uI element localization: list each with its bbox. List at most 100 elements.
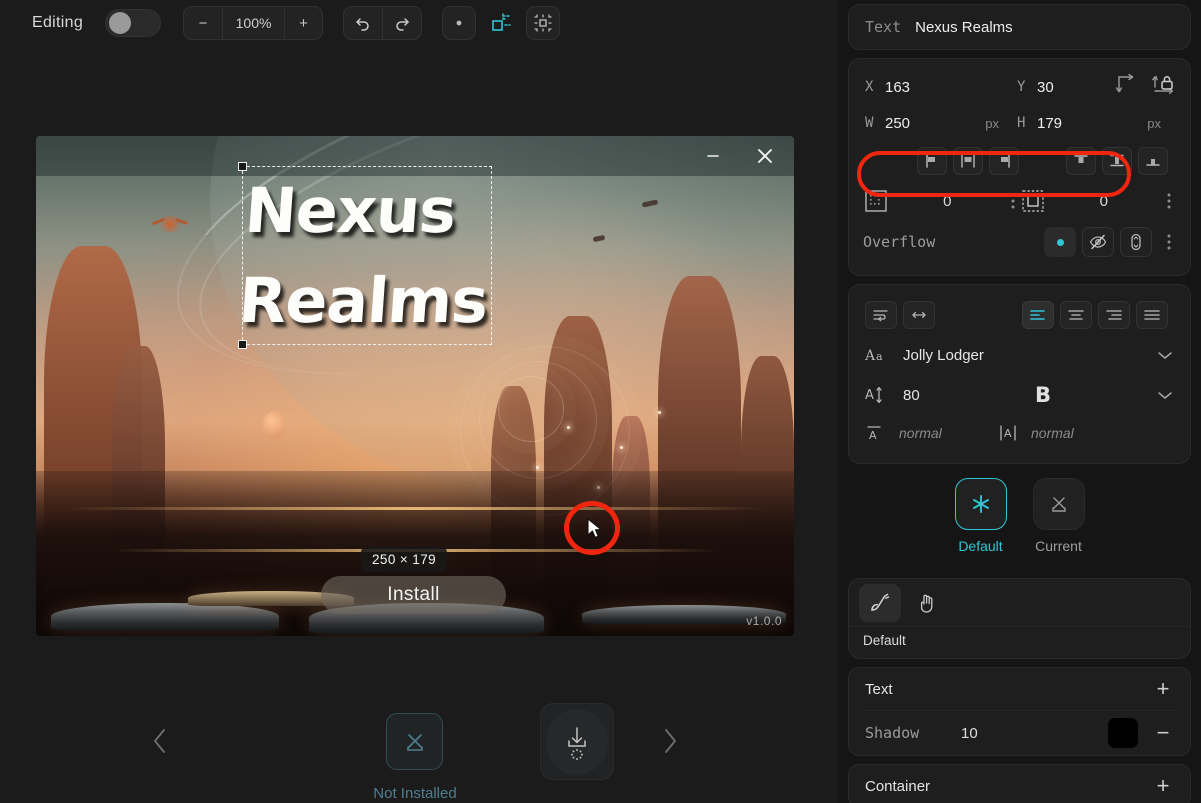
overflow-visible-button[interactable] bbox=[1044, 227, 1076, 257]
canvas-area[interactable]: Nexus Realms 250 × 179 Install v1.0.0 No… bbox=[0, 46, 838, 803]
text-align-right-button[interactable] bbox=[1098, 301, 1130, 329]
align-bottom-icon bbox=[1146, 159, 1160, 166]
font-size-row[interactable]: A 80 B bbox=[849, 375, 1190, 415]
element-identity-card[interactable]: Text Nexus Realms bbox=[848, 4, 1191, 50]
margin-field[interactable]: 0 bbox=[1020, 188, 1177, 214]
align-right-button[interactable] bbox=[989, 147, 1020, 175]
splash-title-text[interactable]: Nexus Realms bbox=[236, 166, 499, 345]
text-align-center-button[interactable] bbox=[1060, 301, 1092, 329]
x-field[interactable]: X 163 bbox=[865, 79, 1017, 96]
align-top-icon bbox=[1074, 155, 1088, 163]
box-snap-button[interactable] bbox=[484, 6, 518, 40]
padding-value[interactable]: 0 bbox=[889, 193, 1006, 210]
text-align-justify-button[interactable] bbox=[1136, 301, 1168, 329]
svg-text:A: A bbox=[865, 388, 874, 403]
rotate-icon[interactable] bbox=[1114, 73, 1138, 97]
hand-pointer-tool-button[interactable] bbox=[905, 584, 947, 622]
h-value[interactable]: 179 bbox=[1037, 115, 1062, 132]
font-weight-value[interactable]: B bbox=[1035, 383, 1051, 407]
text-stretch-button[interactable] bbox=[903, 301, 935, 329]
height-field[interactable]: H 179 px bbox=[1017, 115, 1169, 132]
close-button[interactable] bbox=[742, 136, 788, 176]
minimize-button[interactable] bbox=[690, 136, 736, 176]
state-default-tile[interactable] bbox=[954, 478, 1007, 530]
geometry-card: X 163 Y 30 W 250 px H 179 px 0 0 Overflo… bbox=[848, 58, 1191, 276]
download-button[interactable] bbox=[540, 703, 614, 780]
overflow-scroll-button[interactable] bbox=[1120, 227, 1152, 257]
line-height-icon: A bbox=[867, 426, 881, 442]
text-alignment-group bbox=[1022, 301, 1174, 329]
align-center-h-button[interactable] bbox=[953, 147, 984, 175]
w-value[interactable]: 250 bbox=[885, 115, 910, 132]
element-type-label: Text bbox=[865, 18, 902, 36]
text-align-right-icon bbox=[1106, 310, 1122, 320]
state-current[interactable]: Current bbox=[1032, 478, 1085, 554]
overflow-row: Overflow bbox=[849, 221, 1190, 263]
install-status-tile[interactable] bbox=[386, 713, 443, 770]
font-family-value[interactable]: Jolly Lodger bbox=[903, 347, 1142, 364]
align-top-button[interactable] bbox=[1066, 147, 1097, 175]
visible-dot-icon bbox=[1056, 238, 1064, 246]
overflow-label: Overflow bbox=[863, 233, 936, 251]
padding-icon bbox=[865, 190, 887, 212]
element-name-value[interactable]: Nexus Realms bbox=[915, 19, 1013, 36]
top-toolbar: Editing − 100% + bbox=[0, 0, 838, 46]
add-text-style-button[interactable]: + bbox=[1152, 678, 1174, 700]
shadow-color-swatch[interactable] bbox=[1108, 718, 1138, 748]
zoom-level-value[interactable]: 100% bbox=[222, 7, 284, 39]
install-button[interactable]: Install bbox=[321, 576, 506, 614]
redo-button[interactable] bbox=[382, 7, 421, 39]
editing-toggle[interactable] bbox=[105, 9, 162, 37]
align-left-button[interactable] bbox=[917, 147, 948, 175]
shadow-row[interactable]: Shadow 10 − bbox=[849, 711, 1190, 755]
align-bottom-button[interactable] bbox=[1138, 147, 1169, 175]
kebab-menu-icon bbox=[1167, 193, 1171, 209]
y-value[interactable]: 30 bbox=[1037, 79, 1054, 96]
geometry-icon-group bbox=[1114, 73, 1178, 99]
undo-button[interactable] bbox=[344, 7, 382, 39]
line-height-field[interactable]: A normal bbox=[865, 422, 983, 444]
line-height-value[interactable]: normal bbox=[899, 425, 942, 441]
x-value[interactable]: 163 bbox=[885, 79, 910, 96]
chevron-down-icon[interactable] bbox=[1156, 348, 1174, 362]
next-item-button[interactable] bbox=[650, 721, 690, 761]
font-family-row[interactable]: A a Jolly Lodger bbox=[849, 335, 1190, 375]
state-default[interactable]: Default bbox=[954, 478, 1007, 554]
text-wrap-button[interactable] bbox=[865, 301, 897, 329]
remove-shadow-button[interactable]: − bbox=[1152, 722, 1174, 744]
letter-spacing-value[interactable]: normal bbox=[1031, 425, 1074, 441]
align-center-h-icon bbox=[961, 154, 975, 168]
lock-aspect-icon[interactable] bbox=[1152, 73, 1178, 99]
state-current-tile[interactable] bbox=[1032, 478, 1085, 530]
point-snap-icon bbox=[456, 20, 462, 26]
spark-decor bbox=[657, 411, 661, 414]
margin-menu-button[interactable] bbox=[1162, 192, 1176, 210]
align-middle-v-button[interactable] bbox=[1102, 147, 1133, 175]
overflow-menu-button[interactable] bbox=[1162, 233, 1176, 251]
letter-spacing-field[interactable]: A normal bbox=[997, 422, 1115, 444]
margin-value[interactable]: 0 bbox=[1046, 193, 1163, 210]
chevron-down-icon[interactable] bbox=[1156, 388, 1174, 402]
grid-snap-button[interactable] bbox=[526, 6, 561, 40]
width-field[interactable]: W 250 px bbox=[865, 115, 1017, 132]
add-container-style-button[interactable]: + bbox=[1152, 775, 1174, 797]
font-size-value[interactable]: 80 bbox=[903, 387, 1021, 404]
zoom-in-button[interactable]: + bbox=[284, 7, 322, 39]
app-preview-window[interactable]: Nexus Realms 250 × 179 Install v1.0.0 bbox=[36, 136, 794, 636]
app-root: Editing − 100% + Nexus Realms 250 × 179 … bbox=[0, 0, 1201, 803]
spark-decor bbox=[566, 426, 570, 429]
zoom-out-button[interactable]: − bbox=[184, 7, 222, 39]
text-align-left-button[interactable] bbox=[1022, 301, 1054, 329]
container-style-section: Container + bbox=[848, 764, 1191, 803]
padding-field[interactable]: 0 bbox=[863, 188, 1020, 214]
container-style-header[interactable]: Container + bbox=[849, 765, 1190, 803]
padding-menu-button[interactable] bbox=[1006, 192, 1020, 210]
brush-tool-button[interactable] bbox=[859, 583, 901, 622]
text-style-header[interactable]: Text + bbox=[849, 668, 1190, 710]
point-snap-button[interactable] bbox=[442, 6, 477, 40]
overflow-hidden-button[interactable] bbox=[1082, 227, 1114, 257]
editing-label: Editing bbox=[32, 14, 84, 31]
shadow-value[interactable]: 10 bbox=[961, 725, 1094, 742]
prev-item-button[interactable] bbox=[140, 721, 180, 761]
splash-title-line-2: Realms bbox=[236, 264, 490, 337]
